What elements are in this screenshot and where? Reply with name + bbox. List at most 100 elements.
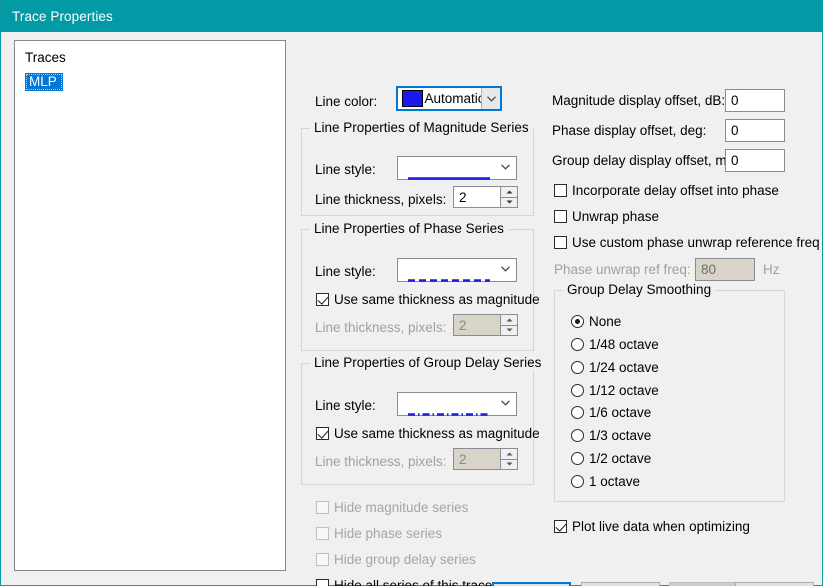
phase-thickness-value: 2 <box>453 314 500 336</box>
group-delay-thickness-label: Line thickness, pixels: <box>315 454 447 469</box>
radio-circle <box>571 475 584 488</box>
hide-all-series-checkbox[interactable]: Hide all series of this trace <box>316 578 492 586</box>
stepper-down-icon <box>500 458 518 470</box>
phase-use-same-thickness-label: Use same thickness as magnitude <box>334 292 540 307</box>
smoothing-option-label: 1/24 octave <box>589 360 659 375</box>
checkbox-box <box>316 501 329 514</box>
phase-thickness-label: Line thickness, pixels: <box>315 320 447 335</box>
trace-properties-dialog: Trace Properties Traces MLP Line color: … <box>0 0 823 586</box>
stepper-down-icon <box>500 324 518 336</box>
group-delay-use-same-thickness-label: Use same thickness as magnitude <box>334 426 540 441</box>
magnitude-offset-label: Magnitude display offset, dB: <box>552 93 726 108</box>
cancel-button[interactable]: Cancel <box>581 582 660 586</box>
window-title: Trace Properties <box>12 8 113 24</box>
stepper-up-icon[interactable] <box>500 186 518 197</box>
hide-phase-series-checkbox: Hide phase series <box>316 526 442 541</box>
smoothing-option-1-2-octave[interactable]: 1/2 octave <box>571 451 651 466</box>
help-button[interactable]: Help <box>735 582 814 586</box>
radio-circle <box>571 452 584 465</box>
chevron-down-icon[interactable] <box>481 88 500 109</box>
phase-offset-input[interactable]: 0 <box>725 119 785 142</box>
smoothing-option-1-octave[interactable]: 1 octave <box>571 474 640 489</box>
magnitude-line-style-combo[interactable] <box>397 156 823 180</box>
radio-circle <box>571 315 584 328</box>
smoothing-option-1-6-octave[interactable]: 1/6 octave <box>571 405 651 420</box>
ok-button[interactable]: OK <box>492 582 571 586</box>
traces-list[interactable]: Traces MLP <box>14 40 286 571</box>
unwrap-phase-label: Unwrap phase <box>572 209 660 224</box>
smoothing-option-label: 1 octave <box>589 474 641 489</box>
list-item[interactable]: MLP <box>25 73 63 91</box>
traces-label: Traces <box>25 50 66 65</box>
smoothing-option-none[interactable]: None <box>571 314 621 329</box>
phase-offset-label: Phase display offset, deg: <box>552 123 707 138</box>
plot-live-data-checkbox[interactable]: Plot live data when optimizing <box>554 519 750 534</box>
phase-series-group-title: Line Properties of Phase Series <box>310 221 508 236</box>
group-delay-use-same-thickness-checkbox[interactable]: Use same thickness as magnitude <box>316 426 540 441</box>
line-style-preview-dash-dot <box>408 403 823 416</box>
phase-line-style-combo[interactable] <box>397 258 823 282</box>
line-color-combo[interactable]: Automatic <box>396 86 502 111</box>
checkbox-box <box>554 236 567 249</box>
magnitude-thickness-stepper[interactable]: 2 <box>453 186 518 208</box>
unwrap-phase-checkbox[interactable]: Unwrap phase <box>554 209 659 224</box>
hide-magnitude-series-label: Hide magnitude series <box>334 500 469 515</box>
phase-use-same-thickness-checkbox[interactable]: Use same thickness as magnitude <box>316 292 540 307</box>
hide-group-delay-series-checkbox: Hide group delay series <box>316 552 476 567</box>
chevron-down-icon[interactable] <box>501 164 510 173</box>
magnitude-line-style-label: Line style: <box>315 162 376 177</box>
group-delay-offset-label: Group delay display offset, ms: <box>552 153 738 168</box>
group-delay-thickness-value: 2 <box>453 448 500 470</box>
phase-unwrap-ref-freq-unit: Hz <box>763 262 780 277</box>
smoothing-option-1-3-octave[interactable]: 1/3 octave <box>571 428 651 443</box>
checkbox-box <box>316 427 329 440</box>
magnitude-offset-input[interactable]: 0 <box>725 89 785 112</box>
smoothing-option-label: None <box>589 314 622 329</box>
title-bar: Trace Properties <box>1 0 822 32</box>
checkbox-box <box>316 579 329 586</box>
custom-unwrap-ref-freq-checkbox[interactable]: Use custom phase unwrap reference freq <box>554 235 820 250</box>
incorporate-delay-offset-checkbox[interactable]: Incorporate delay offset into phase <box>554 183 779 198</box>
checkbox-box <box>316 293 329 306</box>
group-delay-series-group-title: Line Properties of Group Delay Series <box>310 355 546 370</box>
custom-unwrap-ref-freq-label: Use custom phase unwrap reference freq <box>572 235 820 250</box>
smoothing-option-1-48-octave[interactable]: 1/48 octave <box>571 337 659 352</box>
group-delay-line-style-combo[interactable] <box>397 392 823 416</box>
hide-magnitude-series-checkbox: Hide magnitude series <box>316 500 468 515</box>
group-delay-offset-input[interactable]: 0 <box>725 149 785 172</box>
hide-group-delay-series-label: Hide group delay series <box>334 552 476 567</box>
radio-circle <box>571 429 584 442</box>
line-style-preview-dashed <box>408 269 823 282</box>
hide-phase-series-label: Hide phase series <box>334 526 443 541</box>
smoothing-option-label: 1/3 octave <box>589 428 652 443</box>
phase-thickness-stepper: 2 <box>453 314 518 336</box>
checkbox-box <box>554 210 567 223</box>
phase-unwrap-ref-freq-label: Phase unwrap ref freq: <box>554 262 691 277</box>
line-color-swatch <box>402 90 423 107</box>
stepper-down-icon[interactable] <box>500 196 518 208</box>
radio-circle <box>571 361 584 374</box>
radio-circle <box>571 406 584 419</box>
chevron-down-icon[interactable] <box>501 400 510 409</box>
chevron-down-icon[interactable] <box>501 266 510 275</box>
smoothing-option-label: 1/12 octave <box>589 383 659 398</box>
radio-circle <box>571 384 584 397</box>
group-delay-smoothing-title: Group Delay Smoothing <box>563 282 716 297</box>
magnitude-thickness-value[interactable]: 2 <box>453 186 500 208</box>
stepper-buttons <box>500 314 518 336</box>
group-delay-line-style-label: Line style: <box>315 398 376 413</box>
smoothing-option-1-24-octave[interactable]: 1/24 octave <box>571 360 659 375</box>
hide-all-series-label: Hide all series of this trace <box>334 578 493 586</box>
stepper-buttons[interactable] <box>500 186 518 208</box>
group-delay-thickness-stepper: 2 <box>453 448 518 470</box>
magnitude-thickness-label: Line thickness, pixels: <box>315 192 447 207</box>
checkbox-box <box>554 520 567 533</box>
plot-live-data-label: Plot live data when optimizing <box>572 519 750 534</box>
smoothing-option-1-12-octave[interactable]: 1/12 octave <box>571 383 659 398</box>
phase-line-style-label: Line style: <box>315 264 376 279</box>
line-color-label: Line color: <box>315 94 378 109</box>
incorporate-delay-offset-label: Incorporate delay offset into phase <box>572 183 779 198</box>
smoothing-option-label: 1/48 octave <box>589 337 659 352</box>
smoothing-option-label: 1/2 octave <box>589 451 652 466</box>
phase-unwrap-ref-freq-input: 80 <box>695 258 755 281</box>
